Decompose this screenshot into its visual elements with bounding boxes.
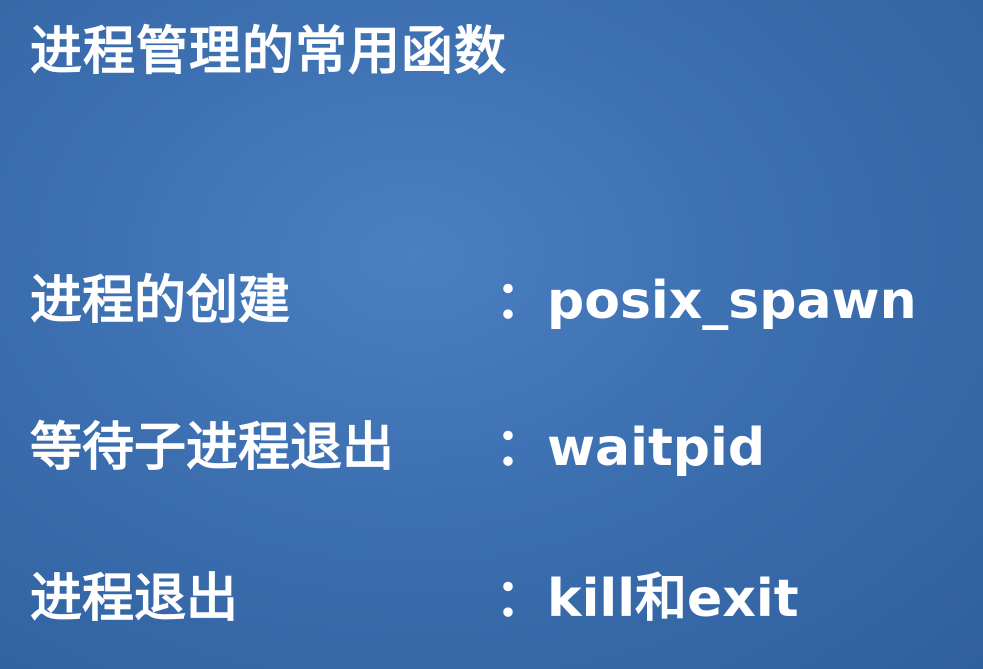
item-function: ：posix_spawn [495,271,917,331]
slide: 进程管理的常用函数 进程的创建 ：posix_spawn 等待子进程退出 ：wa… [0,0,983,669]
item-function: ：waitpid [495,418,766,478]
item-label: 进程的创建 [30,271,291,331]
item-label: 等待子进程退出 [30,418,395,478]
item-function: ：kill和exit [495,569,799,629]
item-label: 进程退出 [30,569,239,629]
slide-title: 进程管理的常用函数 [30,22,508,82]
